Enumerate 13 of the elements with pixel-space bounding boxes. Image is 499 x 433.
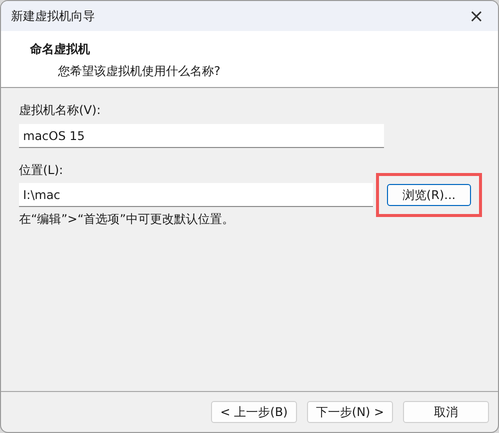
wizard-button[interactable]: < 上一步(B) xyxy=(211,401,297,423)
page-subtitle: 您希望该虚拟机使用什么名称? xyxy=(57,63,222,80)
input-field[interactable]: I:\mac xyxy=(19,183,373,207)
hint-text: 在“编辑”>“首选项”中可更改默认位置。 xyxy=(19,211,235,228)
wizard-button[interactable]: 取消 xyxy=(403,401,489,423)
window-title: 新建虚拟机向导 xyxy=(11,8,95,24)
field-label: 位置(L): xyxy=(19,162,64,179)
close-button[interactable]: × xyxy=(464,6,488,26)
wizard-button[interactable]: 下一步(N) > xyxy=(307,401,393,423)
field-label: 虚拟机名称(V): xyxy=(19,102,102,119)
input-field[interactable]: macOS 15 xyxy=(19,124,384,148)
page-title: 命名虚拟机 xyxy=(30,41,91,58)
browse-button[interactable]: 浏览(R)... xyxy=(387,184,471,206)
